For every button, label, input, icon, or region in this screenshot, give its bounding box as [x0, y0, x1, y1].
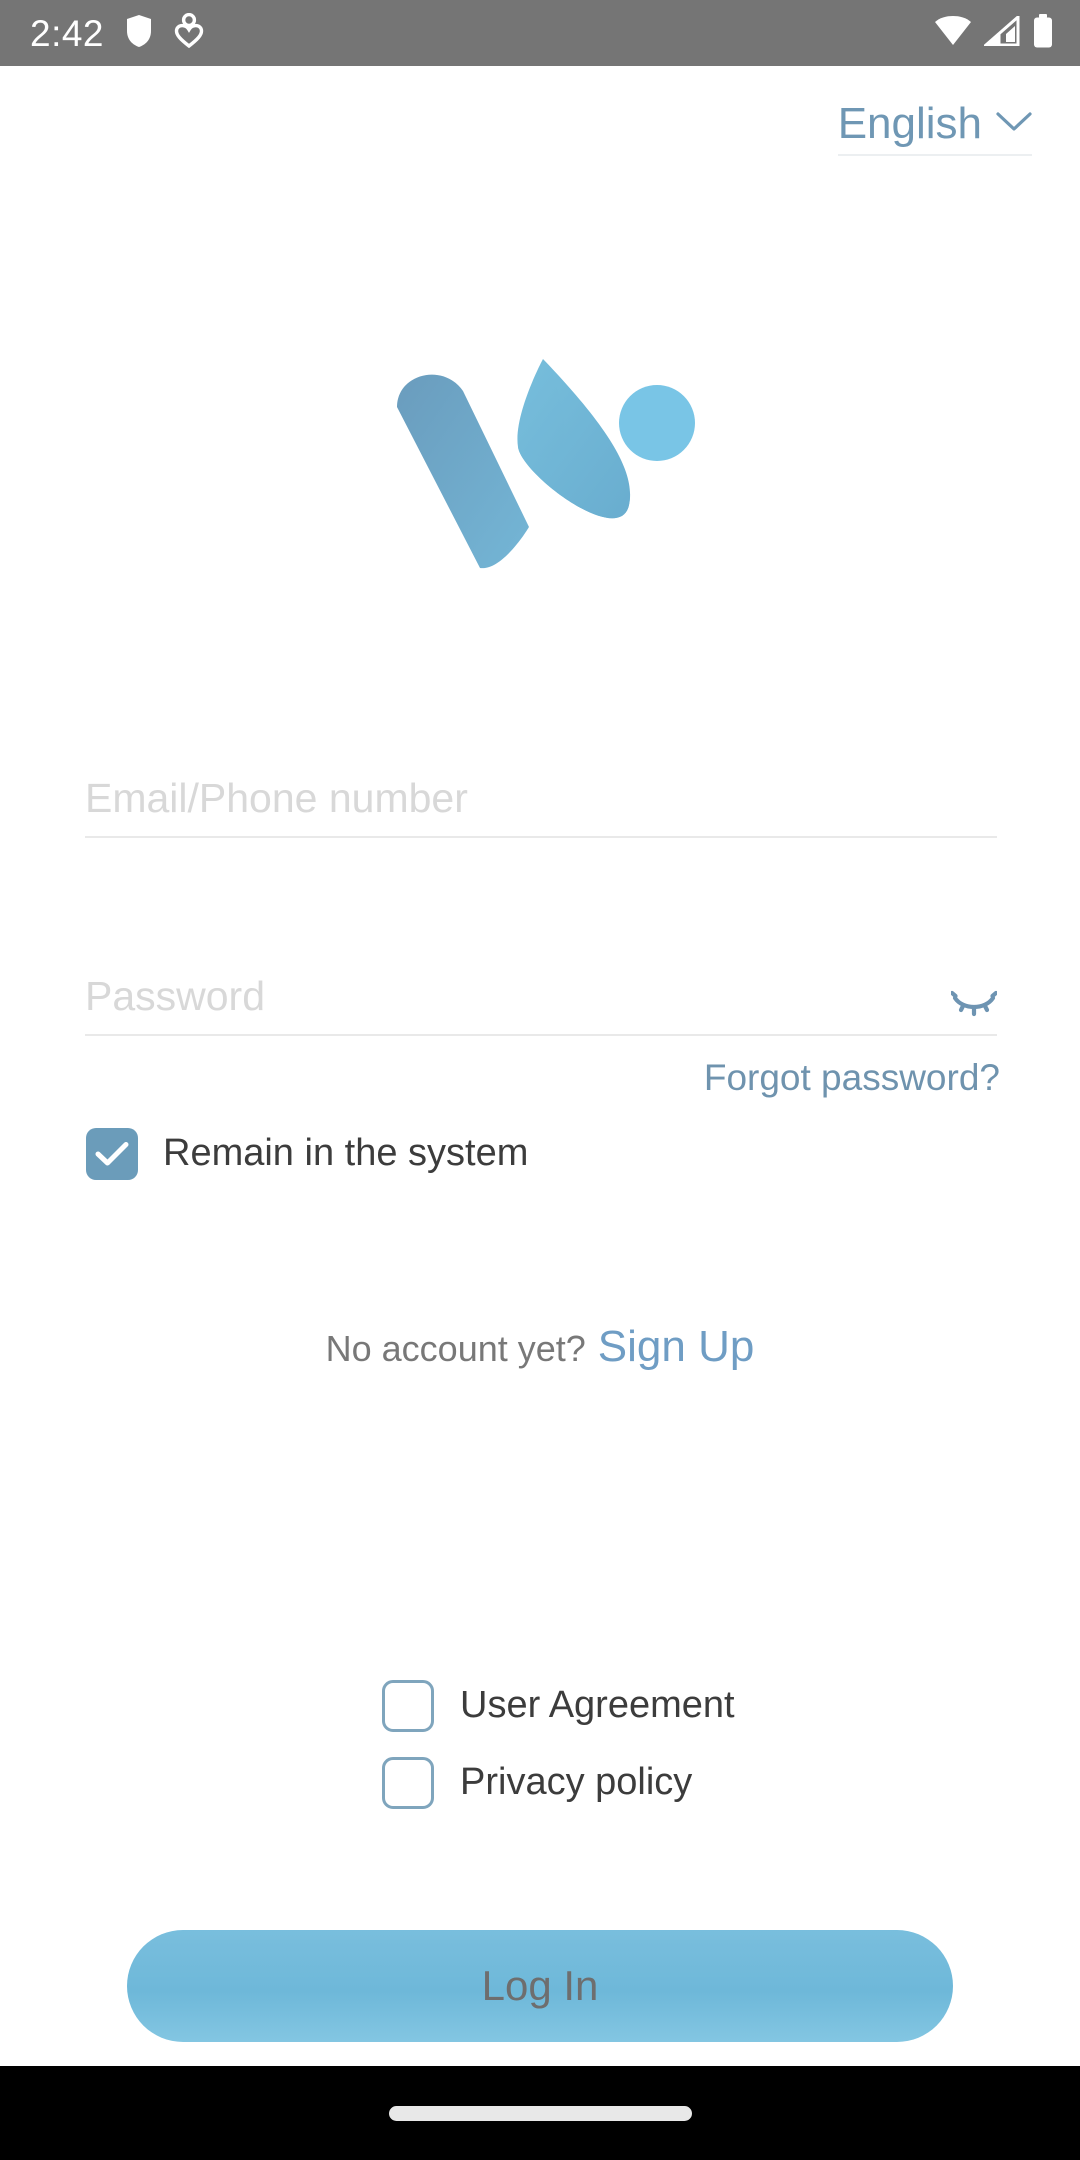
- language-selector-label: English: [837, 99, 982, 148]
- password-field-wrapper[interactable]: [85, 958, 999, 1036]
- user-agreement-label[interactable]: User Agreement: [460, 1684, 735, 1727]
- status-bar-left: 2:42: [30, 12, 204, 54]
- system-navigation-bar: [0, 2066, 1080, 2160]
- email-field-wrapper[interactable]: [85, 760, 997, 838]
- battery-icon: [1032, 13, 1054, 53]
- signup-question: No account yet?: [325, 1328, 586, 1369]
- chevron-down-icon: [996, 111, 1032, 138]
- home-indicator[interactable]: [388, 2105, 692, 2121]
- login-screen: 2:42 English Email/Phone number Forgot p…: [0, 0, 1080, 2160]
- forgot-password-link[interactable]: Forgot password?: [704, 1057, 1000, 1099]
- shield-icon: [126, 14, 152, 53]
- email-input[interactable]: [85, 775, 997, 836]
- remain-in-system-checkbox[interactable]: [86, 1128, 138, 1180]
- wifi-icon: [934, 15, 972, 51]
- checkmark-icon: [95, 1142, 129, 1166]
- user-agreement-checkbox[interactable]: [382, 1680, 434, 1732]
- signup-link[interactable]: Sign Up: [598, 1322, 755, 1372]
- remain-in-system-row[interactable]: Remain in the system: [86, 1128, 528, 1180]
- status-bar-clock: 2:42: [30, 12, 105, 54]
- status-bar: 2:42: [0, 0, 1080, 66]
- app-logo: [370, 355, 710, 595]
- agreements-group: User Agreement Privacy policy: [0, 1680, 1080, 1809]
- signup-row: No account yet? Sign Up: [0, 1322, 1080, 1372]
- person-heart-icon: [174, 12, 204, 54]
- cellular-signal-icon: [982, 13, 1020, 51]
- remain-in-system-label: Remain in the system: [163, 1132, 529, 1175]
- language-selector[interactable]: English: [837, 99, 1032, 157]
- privacy-policy-checkbox[interactable]: [382, 1757, 434, 1809]
- login-button[interactable]: Log In: [127, 1930, 953, 2042]
- privacy-policy-row[interactable]: Privacy policy: [382, 1757, 692, 1809]
- user-agreement-row[interactable]: User Agreement: [382, 1680, 735, 1732]
- eye-closed-icon: [949, 990, 999, 1021]
- password-input[interactable]: [85, 973, 951, 1034]
- privacy-policy-label[interactable]: Privacy policy: [460, 1761, 692, 1804]
- status-bar-right: [934, 13, 1054, 53]
- password-visibility-toggle[interactable]: [949, 990, 999, 1034]
